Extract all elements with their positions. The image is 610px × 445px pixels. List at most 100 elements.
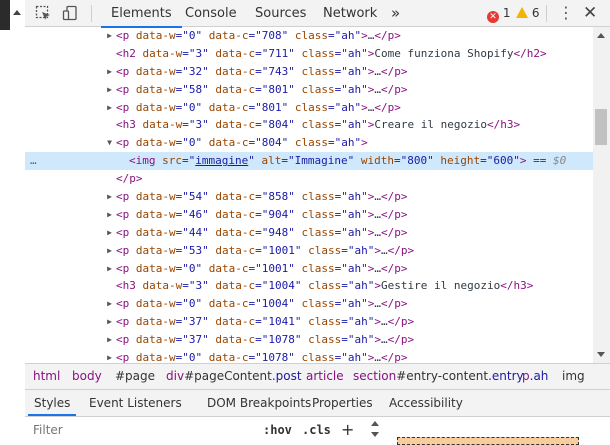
- dom-node[interactable]: ▶ <p data-w="0" data-c="1078" class="ah">…: [25, 349, 593, 363]
- breadcrumb-tag: div: [166, 369, 185, 383]
- breadcrumb-selector: .ah: [529, 369, 549, 383]
- expand-caret-icon[interactable]: ▶: [105, 63, 114, 81]
- breadcrumb-item[interactable]: html: [33, 364, 60, 389]
- tab-properties[interactable]: Properties: [312, 390, 373, 416]
- dom-node[interactable]: ▶ <p data-w="54" data-c="858" class="ah">…: [25, 188, 593, 206]
- styles-panel-tabs: Styles Event Listeners DOM Breakpoints P…: [25, 390, 610, 417]
- style-scroll-stepper[interactable]: [370, 420, 380, 440]
- styles-filter-bar: :hov .cls +: [25, 417, 610, 445]
- dom-node[interactable]: ▶ <p data-w="37" data-c="1078" class="ah"…: [25, 331, 593, 349]
- toolbar-divider: [91, 5, 92, 22]
- dom-node[interactable]: ▼ <p data-w="0" data-c="804" class="ah">: [25, 134, 593, 152]
- dom-tree[interactable]: ▶ <p data-w="0" data-c="708" class="ah">……: [25, 27, 593, 363]
- scroll-up-icon[interactable]: [597, 33, 605, 38]
- more-tabs-button[interactable]: »: [391, 0, 400, 27]
- chevron-down-icon[interactable]: [371, 432, 379, 437]
- dom-node-markup: <p data-w="58" data-c="801" class="ah">……: [116, 82, 408, 96]
- dom-node[interactable]: ▶ <p data-w="0" data-c="1004" class="ah">…: [25, 295, 593, 313]
- tab-console[interactable]: Console: [185, 0, 237, 27]
- dom-node[interactable]: ▶ <p data-w="32" data-c="743" class="ah">…: [25, 63, 593, 81]
- dom-node-markup: <p data-w="0" data-c="801" class="ah">…<…: [116, 100, 401, 114]
- cls-toggle-button[interactable]: .cls: [302, 417, 331, 443]
- dom-node[interactable]: ▶ <p data-w="46" data-c="904" class="ah">…: [25, 206, 593, 224]
- breadcrumb-item[interactable]: #page: [115, 364, 155, 389]
- breadcrumb-item[interactable]: article: [306, 364, 344, 389]
- filter-input[interactable]: [25, 417, 250, 443]
- add-rule-button[interactable]: +: [341, 417, 354, 443]
- expand-caret-icon[interactable]: ▶: [105, 295, 114, 313]
- dom-node-markup: <p data-w="37" data-c="1078" class="ah">…: [116, 333, 415, 347]
- dom-node[interactable]: ▶ <p data-w="0" data-c="1001" class="ah">…: [25, 260, 593, 278]
- dom-node-markup: <h3 data-w="3" data-c="804" class="ah">C…: [116, 118, 521, 132]
- dom-node-markup: <h2 data-w="3" data-c="711" class="ah">C…: [116, 46, 547, 60]
- kebab-menu-icon[interactable]: ⋮: [558, 3, 574, 23]
- cursor-select-icon[interactable]: [35, 5, 51, 21]
- breadcrumb-tag: img: [562, 369, 585, 383]
- warning-counter[interactable]: 6: [516, 6, 539, 21]
- dom-node[interactable]: <h2 data-w="3" data-c="711" class="ah">C…: [25, 45, 593, 63]
- tab-dom-breakpoints[interactable]: DOM Breakpoints: [207, 390, 311, 416]
- devtools-toolbar: Elements Console Sources Network » ✕ 1 6…: [25, 0, 610, 28]
- expand-caret-icon[interactable]: ▶: [105, 224, 114, 242]
- breadcrumb-item[interactable]: section#entry-content.entry: [353, 364, 524, 389]
- expand-caret-icon[interactable]: ▶: [105, 188, 114, 206]
- tab-elements[interactable]: Elements: [101, 0, 182, 28]
- expand-caret-icon[interactable]: ▶: [105, 81, 114, 99]
- breadcrumb-item[interactable]: div#pageContent.post: [166, 364, 302, 389]
- expand-caret-icon[interactable]: ▶: [105, 206, 114, 224]
- device-toggle-icon[interactable]: [62, 5, 78, 21]
- breadcrumb-tag: html: [33, 369, 61, 383]
- dom-node-markup: <p data-w="32" data-c="743" class="ah">……: [116, 64, 408, 78]
- dom-scrollbar[interactable]: [593, 27, 610, 363]
- scroll-down-icon[interactable]: [597, 352, 605, 357]
- expand-caret-icon[interactable]: ▶: [105, 27, 114, 45]
- dom-node[interactable]: ▶ <p data-w="44" data-c="948" class="ah">…: [25, 224, 593, 242]
- scrollbar-thumb[interactable]: [595, 109, 607, 145]
- scroll-up-icon[interactable]: [13, 10, 21, 15]
- expand-caret-icon[interactable]: ▶: [105, 260, 114, 278]
- expand-caret-icon[interactable]: ▶: [105, 331, 114, 349]
- close-icon[interactable]: ✕: [583, 3, 597, 23]
- dom-node[interactable]: ▶ <p data-w="0" data-c="801" class="ah">……: [25, 99, 593, 117]
- error-icon: ✕: [487, 11, 499, 23]
- expand-caret-icon[interactable]: ▶: [105, 349, 114, 363]
- tab-styles[interactable]: Styles: [27, 390, 77, 416]
- dom-node[interactable]: ▶ <p data-w="53" data-c="1001" class="ah"…: [25, 242, 593, 260]
- dom-node[interactable]: <h3 data-w="3" data-c="804" class="ah">C…: [25, 116, 593, 134]
- dom-node[interactable]: ▶ <p data-w="0" data-c="708" class="ah">……: [25, 27, 593, 45]
- dom-node-markup: <p data-w="44" data-c="948" class="ah">……: [116, 225, 408, 239]
- breadcrumb-tag: body: [72, 369, 102, 383]
- hov-toggle-button[interactable]: :hov: [263, 417, 292, 443]
- breadcrumb-tag: section: [353, 369, 397, 383]
- dom-node[interactable]: ▶ <p data-w="37" data-c="1041" class="ah"…: [25, 313, 593, 331]
- expand-caret-icon[interactable]: ▶: [105, 313, 114, 331]
- tab-event-listeners[interactable]: Event Listeners: [89, 390, 182, 416]
- breadcrumb-item[interactable]: p.ah: [522, 364, 548, 389]
- dom-node-markup: <p data-w="0" data-c="708" class="ah">…<…: [116, 29, 401, 42]
- node-actions-icon[interactable]: …: [30, 152, 37, 170]
- breadcrumb-tag: p: [522, 369, 530, 383]
- dom-node-markup: <p data-w="54" data-c="858" class="ah">……: [116, 190, 408, 204]
- dom-node-selected[interactable]: … <img src="immagine" alt="Immagine" widt…: [25, 152, 593, 171]
- toolbar-divider: [546, 5, 547, 22]
- expand-caret-icon[interactable]: ▶: [105, 242, 114, 260]
- breadcrumb-item[interactable]: body: [72, 364, 102, 389]
- breadcrumb-tag: article: [306, 369, 344, 383]
- tab-accessibility[interactable]: Accessibility: [389, 390, 463, 416]
- dom-node-markup: </p>: [116, 172, 143, 186]
- dom-node-markup: <h3 data-w="3" data-c="1004" class="ah">…: [116, 279, 534, 293]
- dom-node[interactable]: ▶ <p data-w="58" data-c="801" class="ah">…: [25, 81, 593, 99]
- page-edge-dark: [0, 0, 10, 30]
- breadcrumb-item[interactable]: img: [562, 364, 585, 389]
- page-edge: [0, 0, 25, 444]
- error-counter[interactable]: ✕ 1: [487, 6, 511, 23]
- collapse-caret-icon[interactable]: ▼: [105, 134, 114, 152]
- tab-sources[interactable]: Sources: [255, 0, 306, 27]
- dom-node[interactable]: </p>: [25, 170, 593, 188]
- tab-network[interactable]: Network: [323, 0, 377, 27]
- dom-node-markup: <p data-w="53" data-c="1001" class="ah">…: [116, 243, 415, 257]
- error-count: 1: [502, 6, 511, 20]
- expand-caret-icon[interactable]: ▶: [105, 99, 114, 117]
- dom-node[interactable]: <h3 data-w="3" data-c="1004" class="ah">…: [25, 277, 593, 295]
- chevron-up-icon[interactable]: [371, 421, 379, 426]
